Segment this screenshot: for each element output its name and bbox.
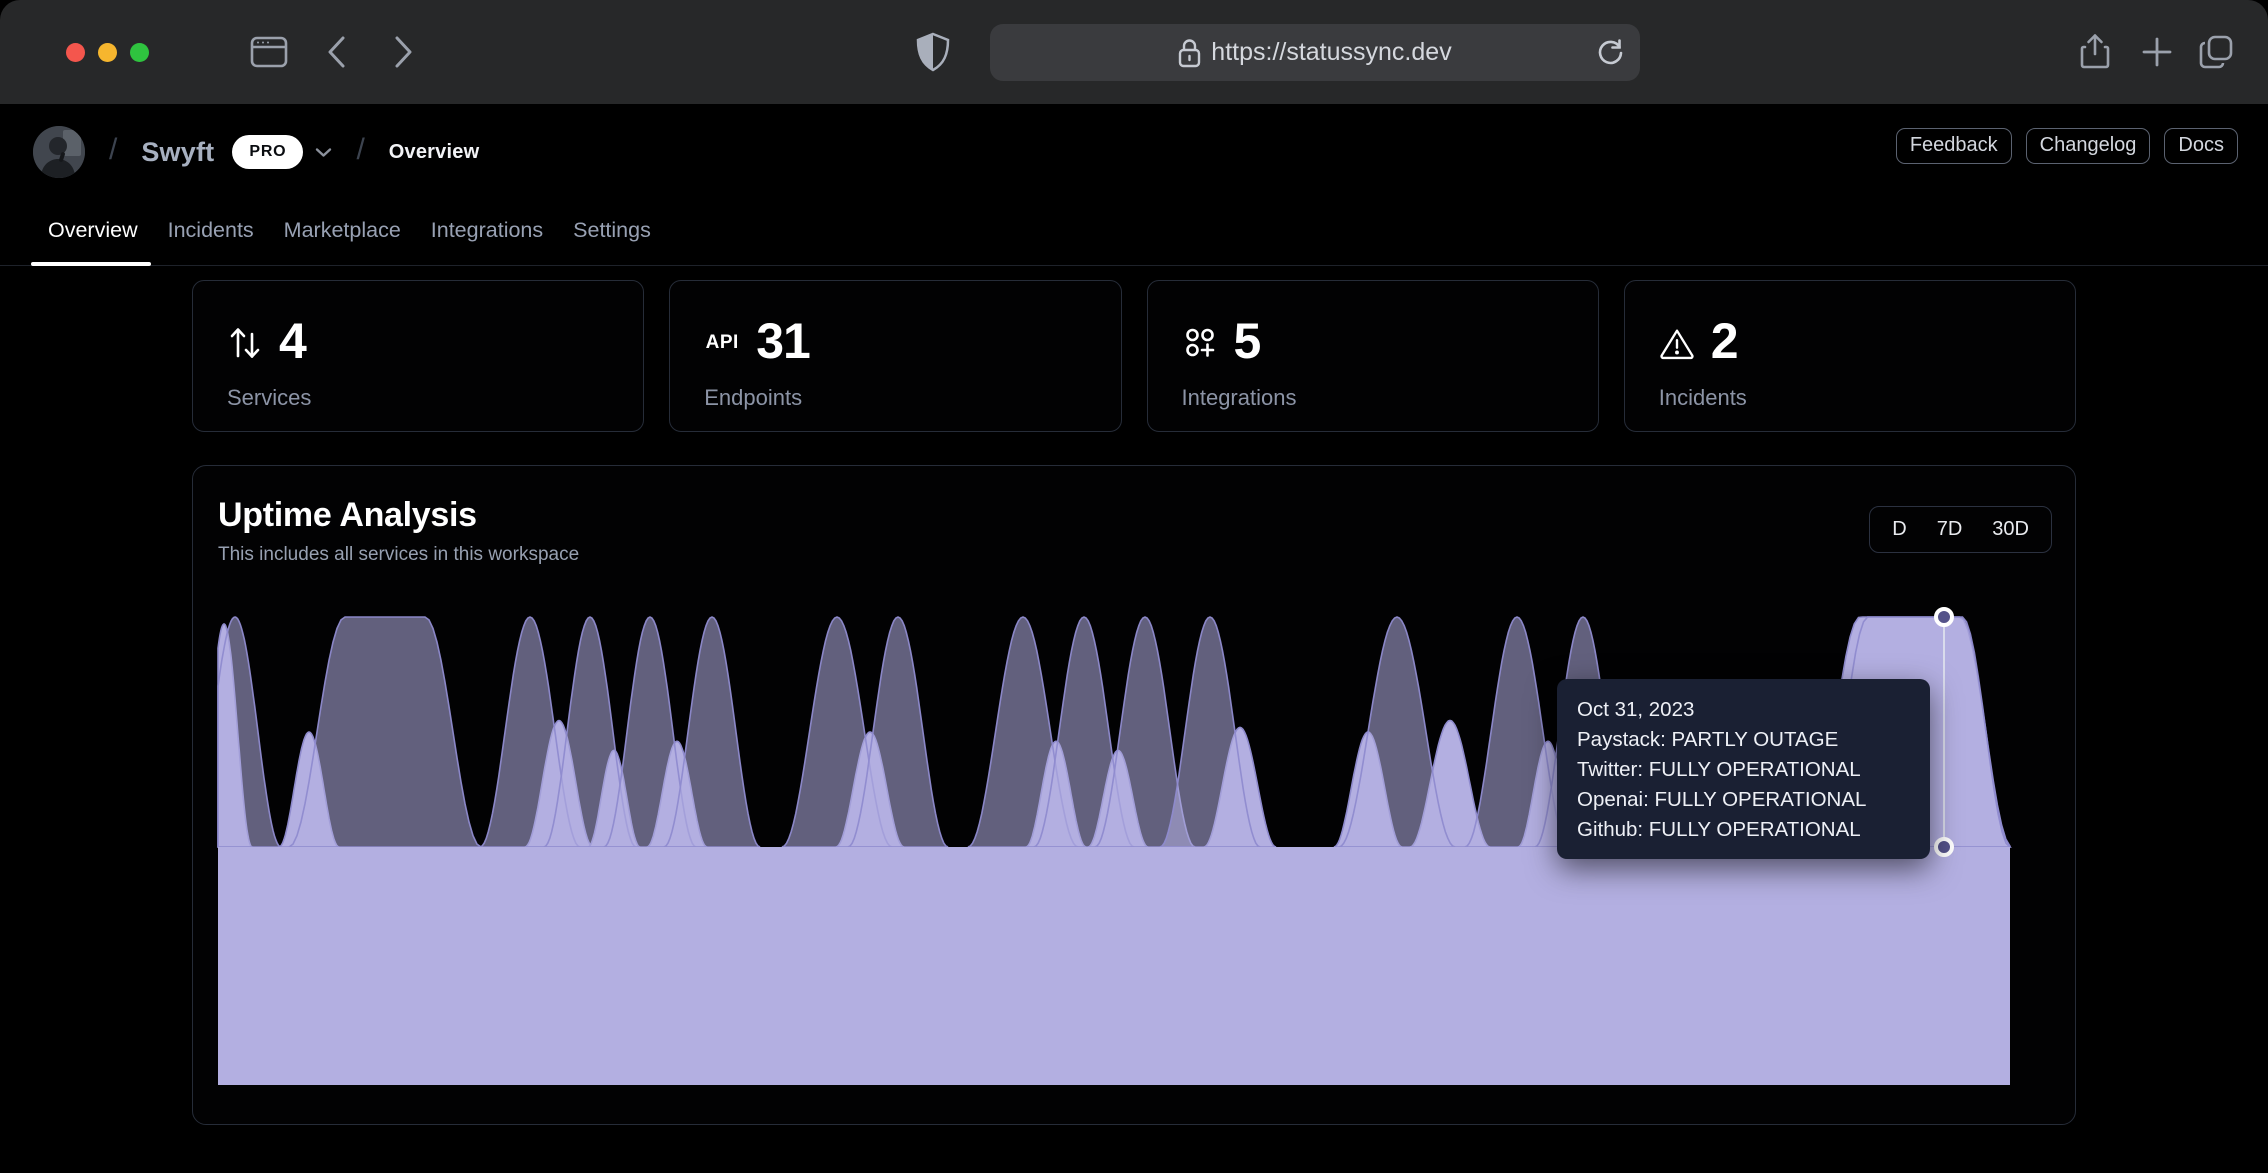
breadcrumb-separator: / (109, 133, 118, 166)
breadcrumb-current: Overview (388, 140, 480, 163)
avatar[interactable] (33, 126, 85, 178)
tab-integrations[interactable]: Integrations (431, 218, 543, 245)
breadcrumb-separator: / (356, 133, 365, 166)
tab-settings[interactable]: Settings (573, 218, 651, 245)
stat-value: 5 (1233, 313, 1262, 369)
minimize-window-button[interactable] (98, 43, 117, 62)
url-text: https://statussync.dev (1211, 38, 1452, 66)
uptime-subtitle: This includes all services in this works… (218, 544, 580, 565)
tooltip-line: Github: FULLY OPERATIONAL (1577, 818, 1861, 841)
stat-label: Integrations (1181, 385, 1297, 410)
docs-button[interactable]: Docs (2164, 128, 2238, 164)
tab-overview[interactable]: Overview (31, 218, 151, 266)
forward-icon[interactable] (392, 0, 414, 104)
back-icon[interactable] (326, 0, 348, 104)
stat-card-endpoints: API 31 Endpoints (669, 280, 1122, 432)
range-option-day[interactable]: D (1892, 518, 1906, 541)
changelog-button[interactable]: Changelog (2025, 128, 2151, 164)
feedback-button[interactable]: Feedback (1895, 128, 2012, 164)
uptime-analysis-card: Uptime Analysis This includes all servic… (192, 465, 2076, 1125)
arrows-up-down-icon (227, 325, 263, 361)
apps-add-icon (1182, 326, 1218, 360)
new-tab-icon[interactable] (2140, 0, 2174, 104)
hover-marker-dot (1934, 837, 1954, 857)
tab-marketplace[interactable]: Marketplace (284, 218, 401, 245)
stat-label: Endpoints (704, 385, 803, 410)
stat-value: 2 (1710, 313, 1739, 369)
stat-value: 4 (279, 313, 307, 369)
address-bar[interactable]: https://statussync.dev (990, 24, 1640, 81)
plan-badge: PRO (232, 135, 304, 169)
sidebar-toggle-icon[interactable] (250, 0, 288, 104)
stat-card-incidents: 2 Incidents (1623, 280, 2076, 432)
alert-triangle-icon (1659, 326, 1695, 360)
reload-icon[interactable] (1597, 38, 1624, 75)
range-option-7d[interactable]: 7D (1937, 518, 1963, 541)
browser-window: https://statussync.dev / Swyft PRO / Ove… (0, 0, 2268, 1173)
workspace-name[interactable]: Swyft (141, 137, 214, 168)
stat-card-services: 4 Services (192, 280, 645, 432)
close-window-button[interactable] (66, 43, 85, 62)
stat-label: Incidents (1658, 385, 1747, 410)
tooltip-line: Openai: FULLY OPERATIONAL (1577, 788, 1867, 811)
api-icon: API (705, 332, 739, 353)
tooltip-date: Oct 31, 2023 (1577, 698, 1695, 721)
uptime-heading: Uptime Analysis This includes all servic… (218, 496, 579, 566)
range-option-30d[interactable]: 30D (1992, 518, 2029, 541)
tab-incidents[interactable]: Incidents (168, 218, 254, 245)
uptime-chart[interactable]: Oct 31, 2023 Paystack: PARTLY OUTAGE Twi… (217, 607, 2013, 1085)
stat-card-integrations: 5 Integrations (1146, 280, 1599, 432)
stats-row: 4 Services API 31 Endpoints 5 Integratio… (192, 280, 2076, 432)
range-selector: D 7D 30D (1869, 506, 2052, 553)
chevron-down-icon[interactable] (315, 147, 332, 158)
hover-marker-dot (1934, 607, 1954, 627)
app-header: / Swyft PRO / Overview Feedback Changelo… (0, 104, 2268, 200)
uptime-title: Uptime Analysis (218, 496, 477, 534)
stat-value: 31 (756, 313, 811, 369)
window-controls (66, 43, 149, 62)
tooltip-line: Twitter: FULLY OPERATIONAL (1577, 758, 1861, 781)
header-actions: Feedback Changelog Docs (1895, 128, 2238, 164)
main-content: 4 Services API 31 Endpoints 5 Integratio… (0, 280, 2268, 1125)
chart-tooltip: Oct 31, 2023 Paystack: PARTLY OUTAGE Twi… (1557, 679, 1930, 859)
tooltip-line: Paystack: PARTLY OUTAGE (1577, 728, 1839, 751)
tab-overview-icon[interactable] (2198, 0, 2234, 104)
share-icon[interactable] (2080, 0, 2110, 104)
stat-label: Services (227, 385, 312, 410)
nav-tabbar: Overview Incidents Marketplace Integrati… (0, 200, 2268, 266)
lock-icon (1178, 38, 1201, 68)
shield-icon[interactable] (916, 0, 950, 104)
browser-toolbar: https://statussync.dev (0, 0, 2268, 104)
zoom-window-button[interactable] (130, 43, 149, 62)
